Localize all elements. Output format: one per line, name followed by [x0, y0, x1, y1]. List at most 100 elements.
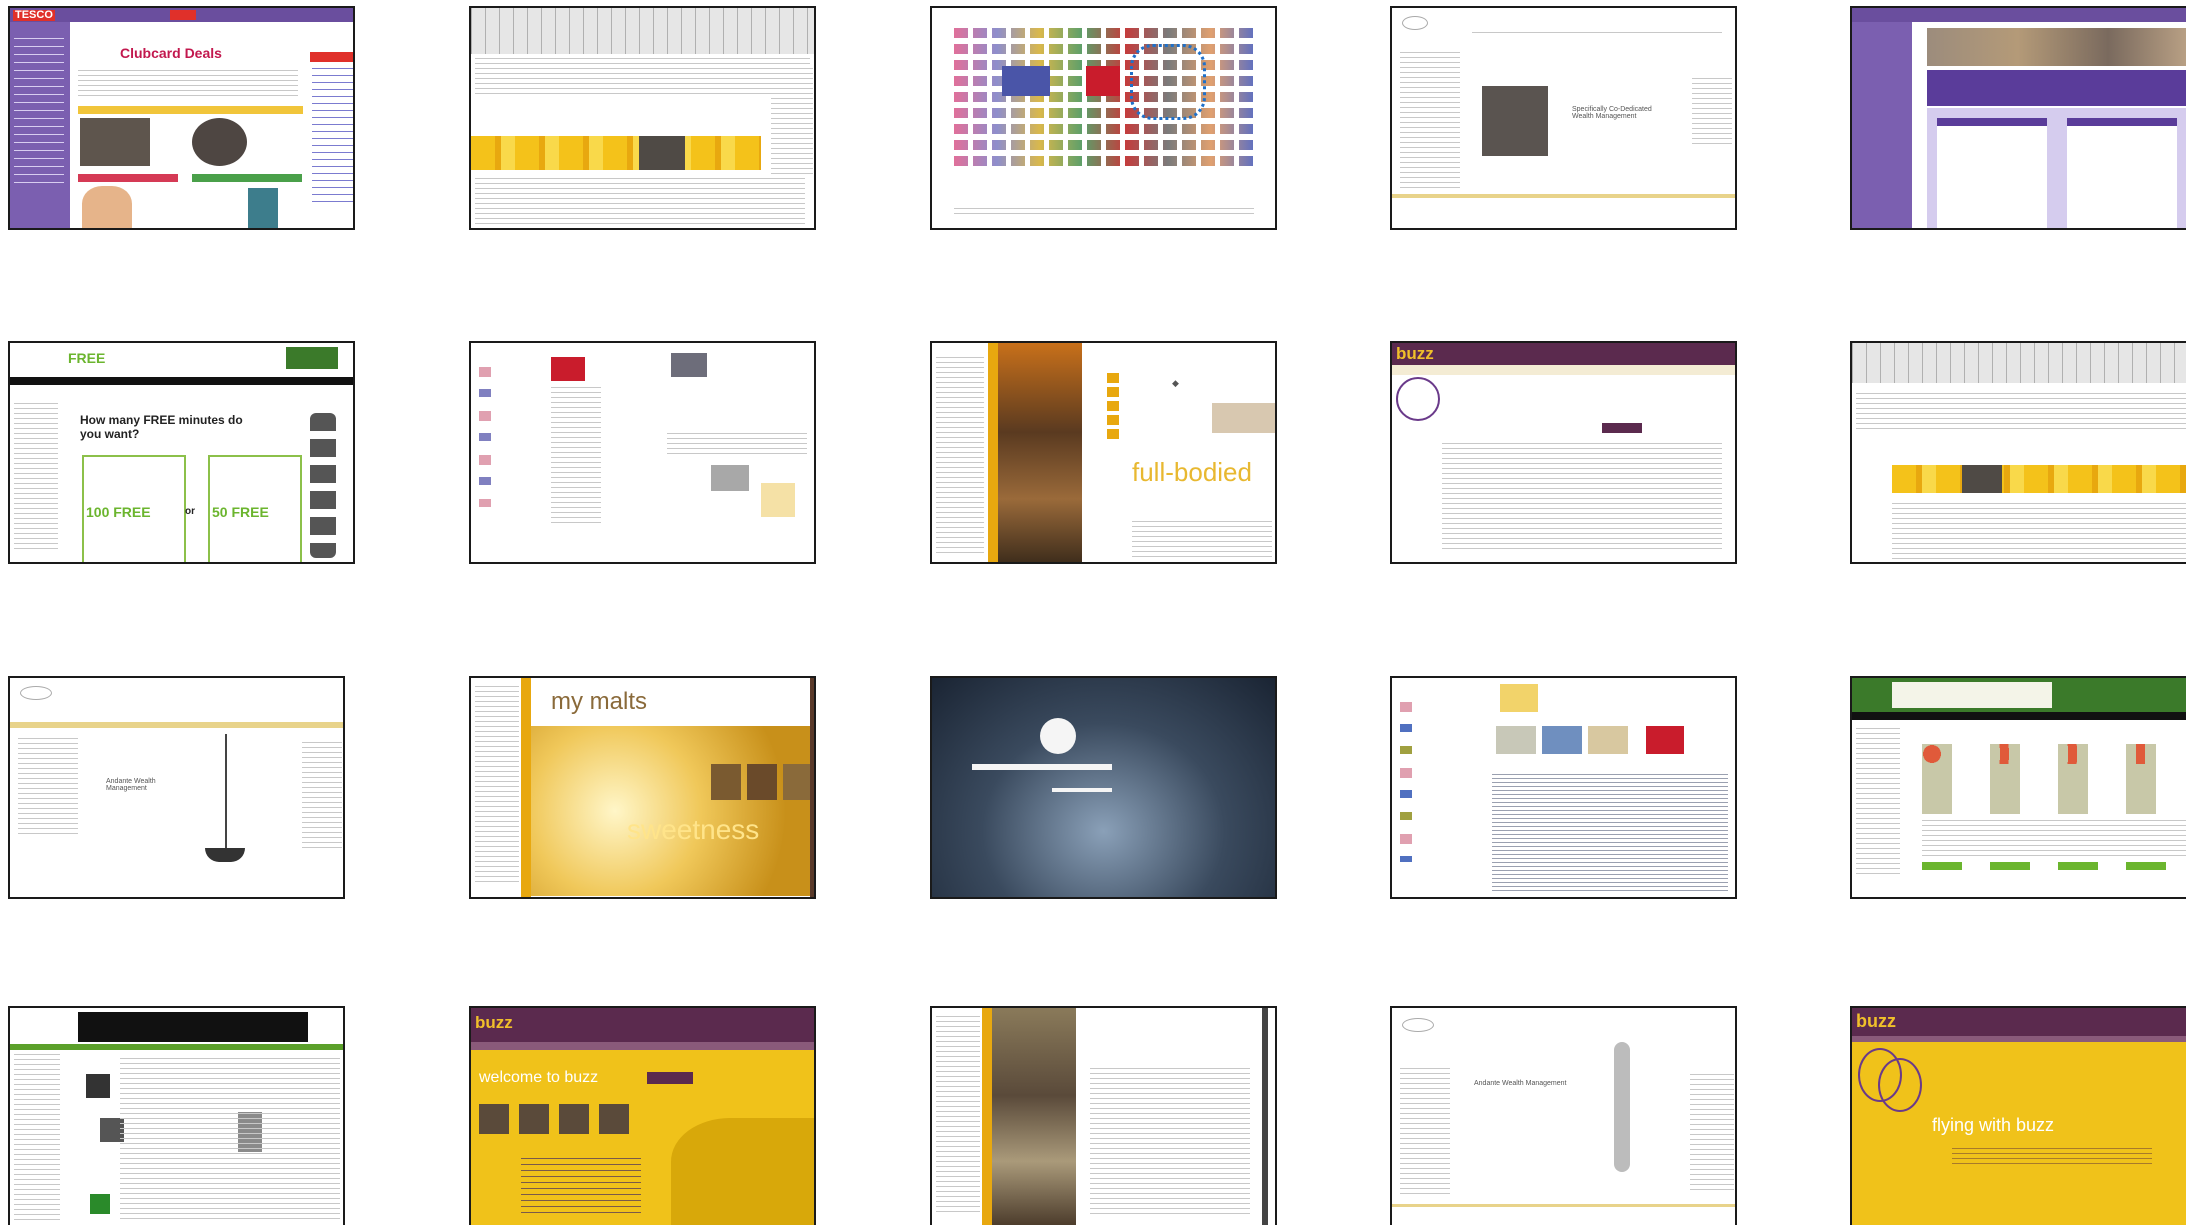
photo-tile-1	[711, 764, 741, 800]
left-column	[1400, 52, 1460, 192]
buy-buttons	[1922, 862, 2186, 870]
headline: Andante Wealth Management	[1474, 1080, 1567, 1087]
thumbnail-13-dark-splash[interactable]	[930, 676, 1277, 899]
thumbnail-9-buzz[interactable]: buzz	[1390, 341, 1737, 564]
thumbnail-20-flying-with-buzz[interactable]: buzz flying with buzz	[1850, 1006, 2186, 1225]
photo-bottle	[248, 188, 278, 228]
right-column	[1692, 78, 1732, 148]
buzz-logo: buzz	[475, 1013, 513, 1032]
swatch-grid	[954, 28, 1254, 168]
photo-shoes	[80, 118, 150, 166]
green-band	[192, 174, 302, 182]
yellow-image-strip	[1892, 465, 2186, 493]
swirl-logo-2	[1878, 1058, 1922, 1112]
gray-tab	[671, 353, 707, 377]
left-column	[18, 738, 78, 838]
card-right	[2067, 118, 2177, 228]
thumbnail-3-color-swatch-grid[interactable]	[930, 6, 1277, 230]
sailboat-mast	[225, 734, 227, 854]
gray-block	[711, 465, 749, 491]
photo-tile-2	[747, 764, 777, 800]
price-badges	[1922, 744, 2186, 764]
footer-text	[954, 208, 1254, 214]
thumbnail-10-toolbar-yellow[interactable]	[1850, 341, 2186, 564]
tagline: sweetness	[627, 814, 760, 845]
swatch-block-blue	[1002, 66, 1050, 96]
buzz-logo: buzz	[1396, 344, 1434, 363]
red-band	[78, 174, 178, 182]
cellar-photo	[992, 1008, 1076, 1225]
thumbnail-12-my-malts[interactable]: my malts sweetness	[469, 676, 816, 899]
header-banner	[1892, 682, 2052, 708]
body-copy	[1892, 503, 2186, 559]
thumbnail-19-andante-statue[interactable]: Andante Wealth Management	[1390, 1006, 1737, 1225]
browser-toolbar	[471, 8, 814, 54]
whisky-photo	[531, 726, 811, 896]
yellow-rule	[521, 678, 531, 897]
headline: my malts	[551, 688, 647, 715]
right-rule	[1262, 1008, 1268, 1225]
dark-photo	[1482, 86, 1548, 156]
photo-face	[82, 186, 132, 228]
thumbnail-2-toolbar-page[interactable]	[469, 6, 816, 230]
thumbnail-16-portal[interactable]	[8, 1006, 345, 1225]
thumbnail-8-full-bodied[interactable]: ◆ full-bodied	[930, 341, 1277, 564]
thumbnail-1-tesco-clubcard-deals[interactable]: TESCO Clubcard Deals	[8, 6, 355, 230]
or-label: or	[185, 506, 195, 517]
thumbnail-14-swatch-list[interactable]	[1390, 676, 1737, 899]
card-left	[1937, 118, 2047, 228]
photo-headphones	[192, 118, 247, 166]
splash-rule	[972, 764, 1112, 770]
dark-photo	[1962, 465, 2002, 493]
dark-photo	[639, 136, 685, 170]
city-list	[521, 1158, 641, 1218]
thumbnail-15-phone-deals[interactable]	[1850, 676, 2186, 899]
fabric-tile-2	[1542, 726, 1582, 754]
thumb-icon-1	[86, 1074, 110, 1098]
left-column	[1400, 1068, 1450, 1198]
left-menu	[14, 403, 58, 553]
right-column-list	[312, 68, 353, 208]
right-offer-count: 50 FREE	[212, 504, 269, 520]
tesco-logo: TESCO	[13, 9, 55, 21]
form-row	[1856, 393, 2186, 429]
nav-tab-red	[170, 10, 196, 20]
page-title: Clubcard Deals	[120, 45, 222, 61]
right-column	[1690, 1074, 1734, 1194]
right-column	[302, 742, 342, 852]
fabric-tile-4	[1646, 726, 1684, 754]
thumbnail-7-sparse-page[interactable]	[469, 341, 816, 564]
green-nav	[10, 1044, 343, 1050]
sidebar-links	[14, 38, 64, 188]
thumbnail-6-free-minutes[interactable]: FREE How many FREE minutes do you want? …	[8, 341, 355, 564]
headline: full-bodied	[1132, 457, 1252, 487]
free-label: FREE	[68, 350, 106, 366]
hand-photo	[1212, 403, 1275, 433]
swirl-logo	[1396, 377, 1440, 421]
body-copy	[1952, 1148, 2152, 1168]
left-menu	[475, 686, 519, 886]
fabric-tile-3	[1588, 726, 1628, 754]
thumbnail-11-andante-sailboat[interactable]: Andante Wealth Management	[8, 676, 345, 899]
top-nav	[1472, 32, 1722, 36]
thumbnail-17-welcome-to-buzz[interactable]: buzz welcome to buzz	[469, 1006, 816, 1225]
right-column-header	[310, 52, 353, 62]
header-bar	[471, 1008, 814, 1042]
sailboat-hull	[205, 848, 245, 862]
thumbnail-5-purple-page[interactable]	[1850, 6, 2186, 230]
headline: welcome to buzz	[479, 1069, 599, 1086]
top-bar	[1852, 8, 2186, 22]
red-button	[647, 1072, 693, 1084]
cream-block	[761, 483, 795, 517]
logo-swirl	[20, 686, 52, 700]
left-sidebar	[1852, 22, 1912, 228]
buzz-logo: buzz	[1856, 1011, 1896, 1031]
thumbnail-18-cellar-page[interactable]	[930, 1006, 1277, 1225]
header-photo	[1927, 28, 2186, 66]
green-icon	[90, 1194, 110, 1214]
headline: Specifically Co-Dedicated Wealth Managem…	[1572, 106, 1652, 120]
headline: Andante Wealth Management	[106, 778, 156, 792]
left-menu	[936, 1016, 980, 1216]
thumbnail-4-wealth-management[interactable]: Specifically Co-Dedicated Wealth Managem…	[1390, 6, 1737, 230]
header-bar	[1392, 343, 1735, 365]
